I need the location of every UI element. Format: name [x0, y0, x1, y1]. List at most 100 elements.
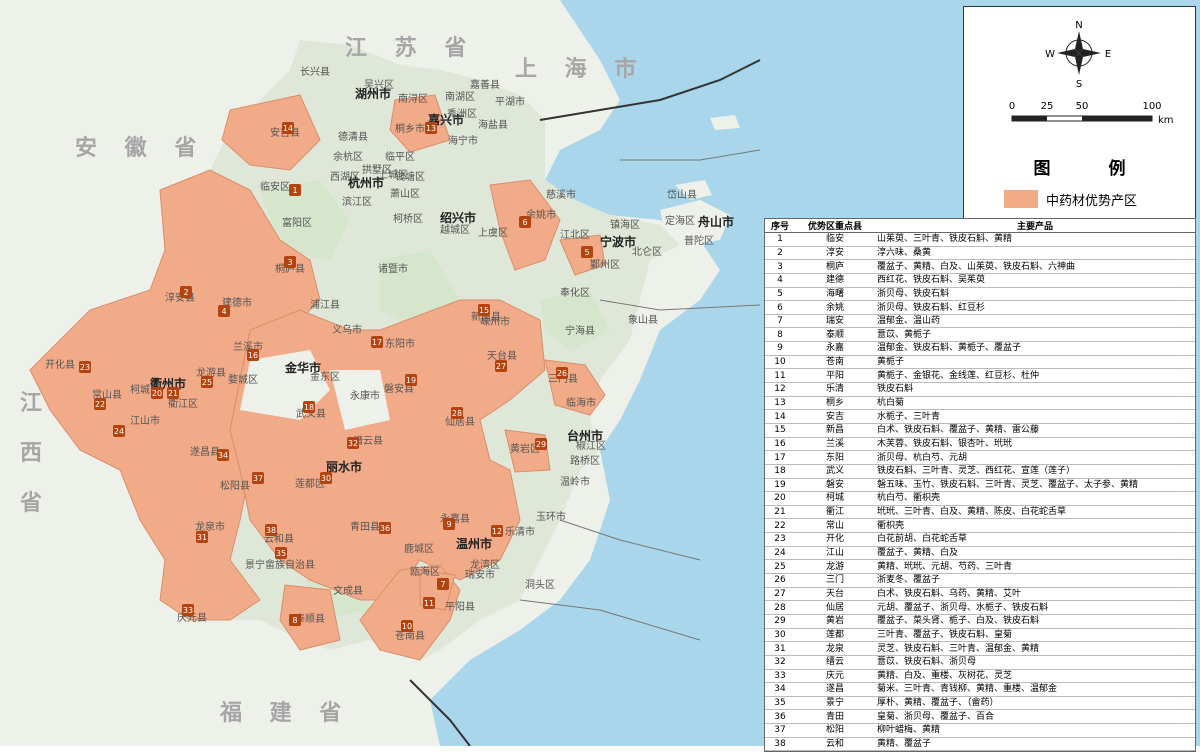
legend-swatch [1004, 190, 1038, 208]
table-cell-index: 26 [765, 573, 795, 588]
place-label: 江山市 [130, 414, 160, 427]
place-label: 鹿城区 [404, 542, 434, 555]
zone-marker: 30 [320, 472, 332, 484]
table-row: 35 景宁 厚朴、黄精、覆盆子、（畲药） [765, 696, 1195, 711]
table-cell-county: 常山 [795, 518, 875, 534]
place-label: 临海市 [566, 396, 596, 409]
place-label: 平阳县 [445, 601, 475, 613]
zone-marker-number: 2 [183, 288, 188, 297]
table-row: 26 三门 浙麦冬、覆盆子 [765, 573, 1195, 588]
table-cell-index: 21 [765, 505, 795, 520]
place-label: 平湖市 [495, 95, 525, 108]
zone-marker-number: 6 [522, 218, 527, 227]
table-cell-county: 瑞安 [795, 314, 875, 329]
table-row: 5 海曙 浙贝母、铁皮石斛 [765, 287, 1195, 302]
zone-marker: 19 [405, 374, 417, 386]
table-cell-county: 武义 [795, 464, 875, 479]
table-cell-products: 磐五味、玉竹、铁皮石斛、三叶青、灵芝、覆盆子、太子参、黄精 [875, 478, 1195, 493]
table-cell-county: 海曙 [795, 287, 875, 302]
table-row: 22 常山 衢枳壳 [765, 518, 1195, 534]
table-cell-index: 7 [765, 314, 795, 329]
zone-marker-number: 24 [114, 427, 124, 436]
compass-scale-box: N S E W 0 25 50 100 km [963, 6, 1196, 142]
table-row: 1 临安 山茱萸、三叶青、铁皮石斛、黄精 [765, 232, 1195, 247]
table-cell-index: 11 [765, 368, 795, 384]
place-label: 海盐县 [478, 118, 508, 131]
table-cell-products: 元胡、覆盆子、浙贝母、水栀子、铁皮石斛 [875, 600, 1195, 615]
table-cell-county: 泰顺 [795, 327, 875, 343]
table-cell-products: 浙麦冬、覆盆子 [875, 573, 1195, 588]
zone-marker-number: 11 [424, 599, 434, 608]
table-cell-county: 淳安 [795, 246, 875, 261]
table-cell-products: 温郁金、铁皮石斛、黄栀子、覆盆子 [875, 341, 1195, 356]
zone-marker: 3 [284, 256, 296, 268]
scale-tick-50: 50 [1076, 101, 1089, 112]
place-label: 西湖区 [330, 171, 360, 183]
table-cell-index: 18 [765, 464, 795, 479]
place-label: 定海区 [665, 214, 695, 227]
table-cell-index: 5 [765, 287, 795, 302]
product-table-grid: 序号 优势区重点县 主要产品 1 临安 山茱萸、三叶青、铁皮石斛、黄精 2 淳安 淳六味、… [765, 219, 1195, 752]
table-cell-index: 34 [765, 682, 795, 697]
zone-marker-number: 20 [152, 389, 162, 398]
table-cell-county: 永嘉 [795, 341, 875, 356]
zone-marker: 31 [196, 531, 208, 543]
table-cell-products: 铁皮石斛、三叶青、灵芝、西红花、宣莲（莲子） [875, 464, 1195, 479]
table-cell-products: 黄精、覆盆子 [875, 737, 1195, 752]
table-cell-county: 三门 [795, 573, 875, 588]
place-label: 南浔区 [398, 92, 428, 105]
zone-marker: 2 [180, 286, 192, 298]
table-cell-index: 28 [765, 600, 795, 615]
zone-marker: 10 [401, 620, 413, 632]
north-arrow-icon: N S E W [1045, 20, 1111, 90]
zone-marker-number: 10 [402, 622, 412, 631]
zone-marker-number: 28 [452, 409, 462, 418]
place-label: 富阳区 [282, 216, 312, 229]
table-cell-county: 临安 [795, 232, 875, 247]
place-label: 玉环市 [536, 510, 566, 523]
table-cell-products: 厚朴、黄精、覆盆子、（畲药） [875, 696, 1195, 711]
zone-marker: 9 [443, 518, 455, 530]
table-cell-index: 9 [765, 341, 795, 356]
zone-marker-number: 4 [221, 307, 226, 316]
zone-marker-number: 27 [496, 362, 506, 371]
place-label: 嘉善县 [470, 78, 500, 91]
zone-marker: 35 [275, 547, 287, 559]
table-cell-index: 16 [765, 437, 795, 452]
place-label: 镇海区 [610, 218, 640, 231]
table-cell-county: 青田 [795, 709, 875, 725]
place-label: 宁海县 [565, 324, 595, 337]
place-label: 余杭区 [333, 150, 363, 163]
table-row: 20 柯城 杭白芍、衢枳壳 [765, 491, 1195, 506]
table-cell-index: 17 [765, 450, 795, 465]
table-cell-index: 12 [765, 382, 795, 397]
table-cell-products: 浙贝母、铁皮石斛 [875, 287, 1195, 302]
table-cell-products: 木芙蓉、铁皮石斛、银杏叶、玳玳 [875, 437, 1195, 452]
table-row: 17 东阳 浙贝母、杭白芍、元胡 [765, 450, 1195, 465]
zone-marker-number: 30 [321, 474, 331, 483]
compass-s: S [1076, 79, 1082, 90]
table-cell-products: 玳玳、三叶青、白及、黄精、陈皮、白花蛇舌草 [875, 505, 1195, 520]
table-cell-products: 黄精、玳玳、元胡、芍药、三叶青 [875, 559, 1195, 575]
table-header-row: 序号 优势区重点县 主要产品 [765, 219, 1195, 233]
zone-marker-number: 15 [479, 306, 489, 315]
table-row: 8 泰顺 薏苡、黄栀子 [765, 327, 1195, 343]
place-label: 青田县 [350, 520, 380, 533]
compass-n: N [1075, 20, 1082, 31]
zone-marker: 16 [247, 349, 259, 361]
compass-rose: N S E W 0 25 50 100 km [1009, 20, 1174, 126]
table-cell-products: 水栀子、三叶青 [875, 409, 1195, 424]
table-row: 34 遂昌 菊米、三叶青、青钱柳、黄精、重楼、温郁金 [765, 682, 1195, 697]
zone-marker: 18 [303, 401, 315, 413]
table-cell-index: 37 [765, 723, 795, 738]
label-jiangxi-2: 西 [20, 441, 52, 466]
table-row: 6 余姚 浙贝母、铁皮石斛、红豆杉 [765, 300, 1195, 315]
zone-marker: 20 [151, 387, 163, 399]
label-fujian: 福 建 省 [219, 701, 351, 726]
table-cell-index: 1 [765, 232, 795, 247]
zone-marker: 15 [478, 304, 490, 316]
place-label: 钱塘区 [395, 170, 425, 183]
table-row: 2 淳安 淳六味、桑黄 [765, 246, 1195, 261]
table-row: 3 桐庐 覆盆子、黄精、白及、山茱萸、铁皮石斛、六神曲 [765, 259, 1195, 274]
zone-marker: 11 [423, 597, 435, 609]
